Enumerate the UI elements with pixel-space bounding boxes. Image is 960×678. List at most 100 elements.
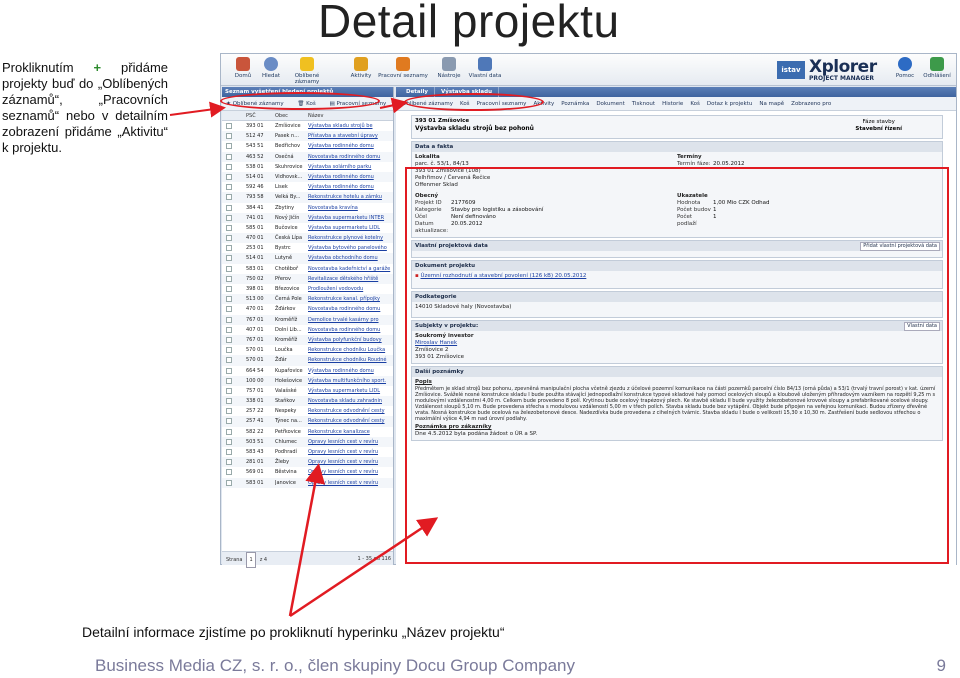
row-checkbox[interactable] bbox=[226, 235, 232, 242]
table-row[interactable]: 393 01 Zmíšovice Výstavba skladu strojů be bbox=[222, 121, 393, 131]
project-name-link[interactable]: Přístavba a stavební úpravy bbox=[308, 131, 392, 141]
row-checkbox[interactable] bbox=[226, 336, 232, 343]
table-row[interactable]: 569 01 Běstvina Opravy lesních cest v reví… bbox=[222, 467, 393, 477]
detail-tool-10[interactable]: Na mapě bbox=[759, 101, 784, 107]
project-name-link[interactable]: Opravy lesních cest v revíru bbox=[308, 478, 392, 488]
table-row[interactable]: 512 47 Pasek n... Přístavba a stavební úpr… bbox=[222, 131, 393, 142]
row-checkbox[interactable] bbox=[226, 194, 232, 201]
table-row[interactable]: 257 41 Týnec na... Rekonstrukce odvodnění … bbox=[222, 416, 393, 427]
row-checkbox[interactable] bbox=[226, 163, 232, 170]
row-checkbox[interactable] bbox=[226, 357, 232, 364]
table-row[interactable]: 470 01 Česká Lípa Rekonstrukce plynové kot… bbox=[222, 233, 393, 244]
row-checkbox[interactable] bbox=[226, 255, 232, 262]
table-row[interactable]: 582 22 Petřkovice Rekonstrukce kanalizace bbox=[222, 427, 393, 437]
table-row[interactable]: 750 02 Přerov Revitalizace dětského hřiště bbox=[222, 273, 393, 284]
project-name-link[interactable]: Novostavba kravína bbox=[308, 203, 392, 213]
row-checkbox[interactable] bbox=[226, 398, 232, 405]
toolbar-worklists-button[interactable]: Pracovní seznamy bbox=[377, 55, 429, 85]
project-name-link[interactable]: Výstavba rodinného domu bbox=[308, 182, 392, 192]
table-row[interactable]: 470 01 Žďárkov Novostavba rodinného domu bbox=[222, 304, 393, 314]
row-checkbox[interactable] bbox=[226, 428, 232, 435]
row-checkbox[interactable] bbox=[226, 479, 232, 486]
row-checkbox[interactable] bbox=[226, 367, 232, 374]
project-name-link[interactable]: Novostavba rodinného domu bbox=[308, 304, 392, 314]
row-checkbox[interactable] bbox=[226, 184, 232, 191]
row-checkbox[interactable] bbox=[226, 326, 232, 333]
row-checkbox[interactable] bbox=[226, 265, 232, 272]
project-name-link[interactable]: Výstavba bytového panelového bbox=[308, 243, 392, 253]
table-row[interactable]: 757 01 Valašské Výstavba supermarketu LIDL bbox=[222, 386, 393, 396]
toolbar-logout-button[interactable]: Odhlášení bbox=[917, 55, 957, 85]
row-checkbox[interactable] bbox=[226, 133, 232, 140]
project-name-link[interactable]: Novostavba kadeřnictví a garáže bbox=[308, 264, 392, 274]
project-name-link[interactable]: Rekonstrukce kanal. přípojky bbox=[308, 294, 392, 304]
table-row[interactable]: 257 22 Nespeky Rekonstrukce odvodnění cest… bbox=[222, 406, 393, 416]
project-name-link[interactable]: Rekonstrukce chodníku Roudné bbox=[308, 355, 392, 365]
table-row[interactable]: 592 46 Lisek Výstavba rodinného domu bbox=[222, 182, 393, 192]
row-checkbox[interactable] bbox=[226, 204, 232, 211]
row-checkbox[interactable] bbox=[226, 469, 232, 476]
row-checkbox[interactable] bbox=[226, 449, 232, 455]
table-row[interactable]: 463 52 Osečná Novostavba rodinného domu bbox=[222, 151, 393, 162]
project-name-link[interactable]: Rekonstrukce hotelu a zámku bbox=[308, 192, 392, 202]
row-checkbox[interactable] bbox=[226, 143, 232, 150]
table-row[interactable]: 253 01 Bystrc Výstavba bytového panelového bbox=[222, 243, 393, 253]
project-name-link[interactable]: Novostavba rodinného domu bbox=[308, 325, 392, 335]
table-row[interactable]: 407 01 Dolní Lib... Novostavba rodinného d… bbox=[222, 325, 393, 335]
table-row[interactable]: 338 01 Staňkov Novostavba skladu zahradnin bbox=[222, 396, 393, 407]
table-row[interactable]: 538 01 Skuhrovice Výstavba solárního parku bbox=[222, 162, 393, 172]
column-psc[interactable]: PSČ bbox=[246, 111, 256, 121]
table-row[interactable]: 514 01 Vidhovsk... Výstavba rodinného domu bbox=[222, 171, 393, 183]
project-name-link[interactable]: Výstavba multifunkčního sport. bbox=[308, 376, 392, 386]
table-row[interactable]: 583 43 Podhradí Opravy lesních cest v reví… bbox=[222, 447, 393, 457]
row-checkbox[interactable] bbox=[226, 245, 232, 252]
row-checkbox[interactable] bbox=[226, 275, 232, 282]
table-row[interactable]: 664 54 Kupařovice Výstavba rodinného domu bbox=[222, 366, 393, 376]
table-row[interactable]: 513 00 Černá Pole Rekonstrukce kanal. příp… bbox=[222, 294, 393, 305]
project-name-link[interactable]: Výstavba skladu strojů be bbox=[308, 121, 392, 131]
row-checkbox[interactable] bbox=[226, 438, 232, 445]
row-checkbox[interactable] bbox=[226, 418, 232, 425]
detail-tool-6[interactable]: Tisknout bbox=[632, 101, 655, 107]
project-name-link[interactable]: Výstavba supermarketu LIDL bbox=[308, 386, 392, 396]
row-checkbox[interactable] bbox=[226, 377, 232, 384]
table-row[interactable]: 767 01 Kroměříž Výstavba polyfunkční budov… bbox=[222, 334, 393, 346]
project-name-link[interactable]: Novostavba skladu zahradnin bbox=[308, 396, 392, 406]
project-name-link[interactable]: Výstavba rodinného domu bbox=[308, 366, 392, 376]
project-name-link[interactable]: Výstavba polyfunkční budovy bbox=[308, 335, 392, 345]
row-checkbox[interactable] bbox=[226, 153, 232, 160]
project-name-link[interactable]: Výstavba rodinného domu bbox=[308, 172, 392, 182]
detail-tool-5[interactable]: Dokument bbox=[596, 101, 625, 107]
column-obec[interactable]: Obec bbox=[275, 111, 288, 121]
project-name-link[interactable]: Opravy lesních cest v revíru bbox=[308, 467, 392, 477]
project-name-link[interactable]: Výstavba obchodního domu bbox=[308, 253, 392, 263]
project-name-link[interactable]: Prodloužení vodovodu bbox=[308, 284, 392, 294]
table-row[interactable]: 384 41 Zbytiny Novostavba kravína bbox=[222, 203, 393, 213]
table-row[interactable]: 741 01 Nový Jičín Výstavba supermarketu IN… bbox=[222, 212, 393, 223]
project-name-link[interactable]: Opravy lesních cest v revíru bbox=[308, 457, 392, 467]
row-checkbox[interactable] bbox=[226, 387, 232, 394]
row-checkbox[interactable] bbox=[226, 123, 232, 129]
project-name-link[interactable]: Výstavba solárního parku bbox=[308, 162, 392, 172]
row-checkbox[interactable] bbox=[226, 316, 232, 323]
project-name-link[interactable]: Demolice trvalé kasárny pro bbox=[308, 315, 392, 325]
project-name-link[interactable]: Opravy lesních cest v revíru bbox=[308, 447, 392, 457]
row-checkbox[interactable] bbox=[226, 408, 232, 415]
project-name-link[interactable]: Opravy lesních cest v revíru bbox=[308, 437, 392, 447]
toolbar-own-data-button[interactable]: Vlastní data bbox=[463, 55, 507, 85]
project-name-link[interactable]: Výstavba supermarketu LIDL bbox=[308, 223, 392, 233]
project-name-link[interactable]: Novostavba rodinného domu bbox=[308, 152, 392, 162]
row-checkbox[interactable] bbox=[226, 286, 232, 292]
toolbar-activities-button[interactable]: Aktivity bbox=[341, 55, 381, 85]
table-row[interactable]: 398 01 Březovice Prodloužení vodovodu bbox=[222, 284, 393, 294]
row-checkbox[interactable] bbox=[226, 347, 232, 354]
table-row[interactable]: 503 51 Chlumec Opravy lesních cest v revír… bbox=[222, 436, 393, 447]
detail-tool-4[interactable]: Poznámka bbox=[561, 101, 589, 107]
project-name-link[interactable]: Výstavba rodinného domu bbox=[308, 141, 392, 151]
row-checkbox[interactable] bbox=[226, 173, 232, 180]
table-row[interactable]: 514 01 Lutyně Výstavba obchodního domu bbox=[222, 253, 393, 264]
detail-tool-9[interactable]: Dotaz k projektu bbox=[707, 101, 752, 107]
detail-tool-8[interactable]: Koš bbox=[690, 101, 700, 107]
project-name-link[interactable]: Rekonstrukce odvodnění cesty bbox=[308, 416, 392, 426]
project-name-link[interactable]: Rekonstrukce odvodnění cesty bbox=[308, 406, 392, 416]
